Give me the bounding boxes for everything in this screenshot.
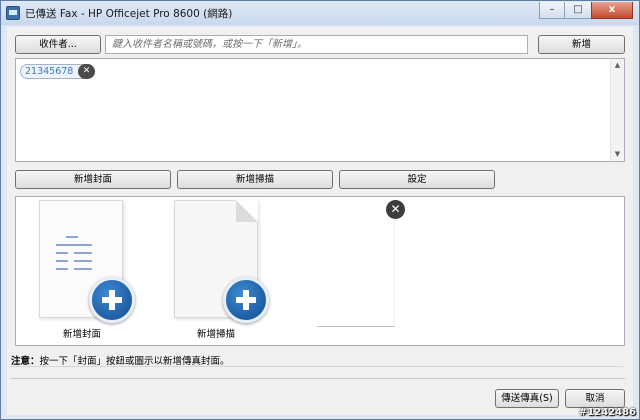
title-bar[interactable]: 已傳送 Fax - HP Officejet Pro 8600 (網路) – □… (1, 1, 639, 25)
send-fax-button[interactable]: 傳送傳真(S) (495, 389, 559, 408)
recipient-input[interactable]: 鍵入收件者名稱或號碼，或按一下「新增」。 (105, 35, 528, 54)
cover-label: 新增封面 (63, 329, 102, 340)
fax-window: 已傳送 Fax - HP Officejet Pro 8600 (網路) – □… (0, 0, 640, 420)
note-text: 注意：按一下「封面」按鈕或圖示以新增傳真封面。 (11, 353, 623, 367)
add-cover-plus-icon[interactable] (89, 277, 135, 323)
remove-recipient-icon[interactable]: ✕ (78, 64, 95, 79)
remove-page-icon[interactable]: ✕ (386, 200, 405, 219)
add-recipient-button[interactable]: 新增 (538, 35, 625, 54)
watermark-text: #1242486 (578, 407, 636, 418)
blank-page-thumbnail[interactable] (317, 205, 395, 327)
add-scan-button[interactable]: 新增掃描 (177, 170, 333, 189)
window-title: 已傳送 Fax - HP Officejet Pro 8600 (網路) (25, 8, 233, 20)
note-body: 按一下「封面」按鈕或圖示以新增傳真封面。 (39, 356, 230, 367)
scroll-up-icon[interactable]: ▲ (611, 59, 624, 72)
recipient-chip[interactable]: 21345678 ✕ (20, 64, 95, 79)
note-prefix: 注意： (11, 356, 40, 367)
recipient-list[interactable]: 21345678 ✕ ▲ ▼ (15, 58, 625, 162)
scan-label: 新增掃描 (197, 329, 236, 340)
add-cover-button[interactable]: 新增封面 (15, 170, 171, 189)
window-controls: – □ x (539, 2, 633, 19)
footer-divider (11, 378, 625, 379)
recipients-button[interactable]: 收件者... (15, 35, 101, 54)
page-fold-icon (236, 200, 258, 222)
add-scan-plus-icon[interactable] (223, 277, 269, 323)
recipient-number: 21345678 (25, 66, 74, 77)
maximize-button[interactable]: □ (565, 2, 591, 19)
scroll-down-icon[interactable]: ▼ (611, 148, 624, 161)
cancel-button[interactable]: 取消 (565, 389, 625, 408)
close-button[interactable]: x (591, 2, 633, 19)
minimize-button[interactable]: – (539, 2, 565, 19)
settings-button[interactable]: 設定 (339, 170, 495, 189)
dialog-body: 收件者... 鍵入收件者名稱或號碼，或按一下「新增」。 新增 21345678 … (7, 27, 633, 415)
document-panel: 新增封面 新增掃描 ✕ (15, 196, 625, 346)
fax-app-icon (6, 6, 20, 20)
recipient-scrollbar[interactable]: ▲ ▼ (610, 59, 624, 161)
